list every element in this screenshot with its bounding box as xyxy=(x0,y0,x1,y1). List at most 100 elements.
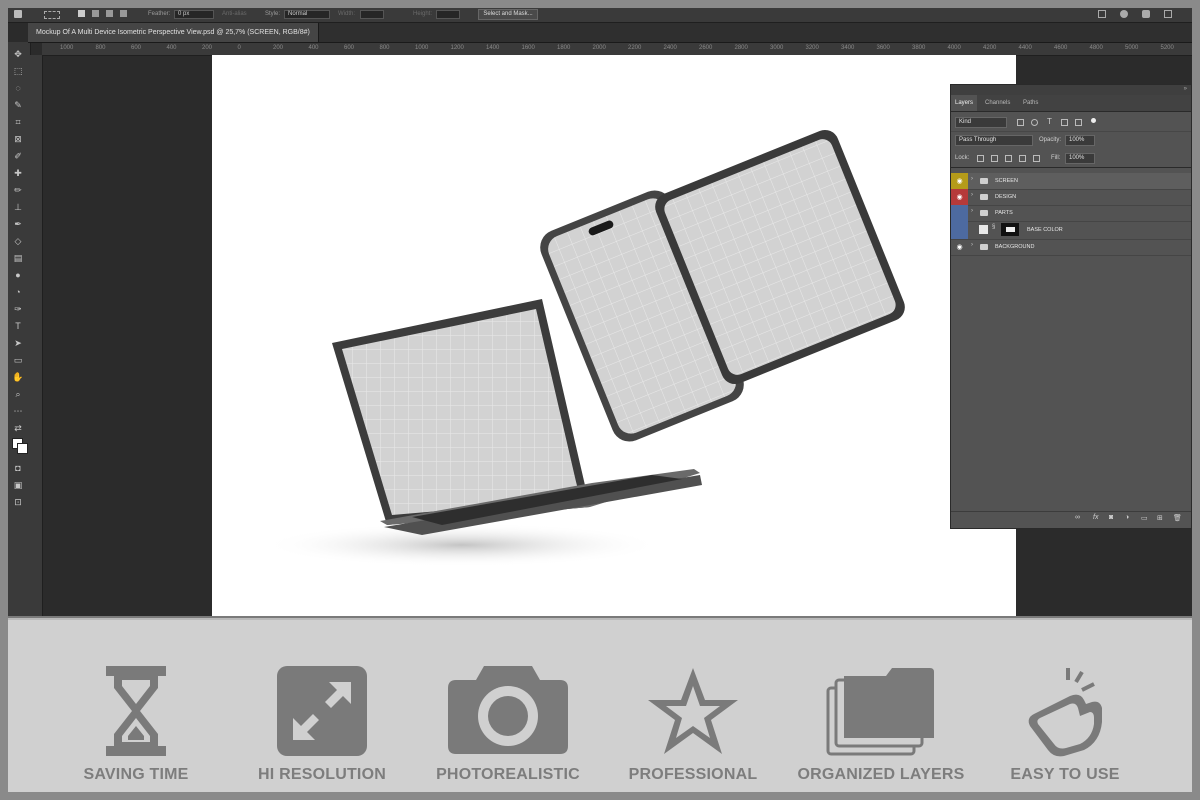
swap-colors-icon[interactable]: ⇄ xyxy=(12,422,24,434)
intersect-selection-icon[interactable] xyxy=(120,10,127,17)
ruler-tick-label: 4600 xyxy=(1054,45,1068,51)
shape-tool-icon[interactable]: ▭ xyxy=(12,354,24,366)
document-canvas[interactable] xyxy=(212,55,1016,616)
ruler-tick-label: 4000 xyxy=(947,45,961,51)
lock-artboard-icon[interactable] xyxy=(1019,155,1026,162)
screen-mode-icon[interactable]: ▣ xyxy=(12,479,24,491)
search-icon[interactable] xyxy=(1120,10,1128,18)
expand-arrow-icon[interactable]: › xyxy=(971,176,973,182)
new-selection-icon[interactable] xyxy=(78,10,85,17)
select-and-mask-button[interactable]: Select and Mask... xyxy=(478,9,538,20)
ruler-tick-label: 400 xyxy=(166,45,177,51)
layer-row-screen[interactable]: ◉ › SCREEN xyxy=(951,173,1191,190)
stamp-tool-icon[interactable]: ⊥ xyxy=(12,201,24,213)
adjustment-icon[interactable]: ◑ xyxy=(1125,514,1129,521)
hand-tool-icon[interactable]: ✋ xyxy=(12,371,24,383)
frame-tool-icon[interactable]: ⊠ xyxy=(12,133,24,145)
filter-adjustment-icon[interactable] xyxy=(1031,119,1038,126)
layer-name: BACKGROUND xyxy=(995,244,1035,250)
zoom-tool-icon[interactable]: ⌕ xyxy=(12,388,24,400)
filter-pixel-icon[interactable] xyxy=(1017,119,1024,126)
layer-row-base-color[interactable]: § BASE COLOR xyxy=(951,221,1191,240)
add-selection-icon[interactable] xyxy=(92,10,99,17)
layer-name: BASE COLOR xyxy=(1027,227,1063,233)
new-layer-icon[interactable]: ⊞ xyxy=(1157,514,1163,522)
filter-smart-object-icon[interactable] xyxy=(1075,119,1082,126)
filter-toggle-icon[interactable] xyxy=(1091,118,1096,123)
width-label: Width: xyxy=(338,11,356,17)
width-input[interactable] xyxy=(360,10,384,19)
fx-icon[interactable]: fx xyxy=(1093,514,1098,521)
document-tab[interactable]: Mockup Of A Multi Device Isometric Persp… xyxy=(28,23,319,42)
share-icon[interactable] xyxy=(1098,10,1106,18)
gradient-tool-icon[interactable]: ▤ xyxy=(12,252,24,264)
tools-panel: ✥ ⬚ ◌ ✎ ⌗ ⊠ ✐ ✚ ✏ ⊥ ✒ ◇ ▤ ● ◔ ✑ T ➤ ▭ ✋ … xyxy=(8,42,31,616)
filter-shape-icon[interactable] xyxy=(1061,119,1068,126)
history-brush-icon[interactable]: ✒ xyxy=(12,218,24,230)
lock-pixels-icon[interactable] xyxy=(991,155,998,162)
tab-paths[interactable]: Paths xyxy=(1019,95,1042,111)
style-select[interactable]: Normal xyxy=(284,10,330,19)
folder-icon xyxy=(980,178,988,184)
layer-row-background[interactable]: ◉ › BACKGROUND xyxy=(951,239,1191,256)
trash-icon[interactable]: 🗑 xyxy=(1173,514,1182,522)
quick-mask-icon[interactable]: ◘ xyxy=(12,462,24,474)
healing-tool-icon[interactable]: ✚ xyxy=(12,167,24,179)
background-color-swatch[interactable] xyxy=(17,443,28,454)
lock-transparent-icon[interactable] xyxy=(977,155,984,162)
filter-kind-select[interactable]: Kind xyxy=(955,117,1007,128)
link-icon[interactable]: ∞ xyxy=(1075,514,1080,521)
opacity-input[interactable]: 100% xyxy=(1065,135,1095,146)
collapse-icon[interactable]: » xyxy=(1184,86,1187,92)
feature-professional: PROFESSIONAL xyxy=(620,620,766,792)
filter-type-icon[interactable]: T xyxy=(1047,117,1052,126)
opacity-label: Opacity: xyxy=(1039,137,1062,143)
subtract-selection-icon[interactable] xyxy=(106,10,113,17)
marquee-tool-icon[interactable] xyxy=(44,11,60,19)
type-tool-icon[interactable]: T xyxy=(12,320,24,332)
tab-channels[interactable]: Channels xyxy=(981,95,1014,111)
eyedropper-tool-icon[interactable]: ✐ xyxy=(12,150,24,162)
marquee-tool-icon[interactable]: ⬚ xyxy=(12,65,24,77)
visibility-off-icon[interactable] xyxy=(951,221,968,239)
camera-icon xyxy=(448,666,568,754)
visibility-eye-icon[interactable]: ◉ xyxy=(951,173,968,189)
home-icon[interactable] xyxy=(14,10,22,18)
layer-row-design[interactable]: ◉ › DESIGN xyxy=(951,189,1191,206)
move-tool-icon[interactable]: ✥ xyxy=(12,48,24,60)
layers-folder-icon xyxy=(826,668,934,756)
quick-select-tool-icon[interactable]: ✎ xyxy=(12,99,24,111)
crop-tool-icon[interactable]: ⌗ xyxy=(12,116,24,128)
more-tools-icon[interactable]: ⋯ xyxy=(12,405,24,417)
notifications-icon[interactable] xyxy=(1142,10,1150,18)
blur-tool-icon[interactable]: ● xyxy=(12,269,24,281)
visibility-eye-icon[interactable]: ◉ xyxy=(951,189,968,205)
layer-row-parts[interactable]: › PARTS xyxy=(951,205,1191,222)
pen-tool-icon[interactable]: ✑ xyxy=(12,303,24,315)
blend-mode-select[interactable]: Pass Through xyxy=(955,135,1033,146)
eraser-tool-icon[interactable]: ◇ xyxy=(12,235,24,247)
height-input[interactable] xyxy=(436,10,460,19)
tab-layers[interactable]: Layers xyxy=(951,95,978,111)
fill-input[interactable]: 100% xyxy=(1065,153,1095,164)
workspace-icon[interactable] xyxy=(1164,10,1172,18)
path-select-tool-icon[interactable]: ➤ xyxy=(12,337,24,349)
anti-alias-checkbox[interactable]: Anti-alias xyxy=(222,10,247,19)
visibility-off-icon[interactable] xyxy=(951,205,968,221)
layer-name: PARTS xyxy=(995,210,1013,216)
brush-tool-icon[interactable]: ✏ xyxy=(12,184,24,196)
feature-saving-time: SAVING TIME xyxy=(66,620,206,792)
lock-position-icon[interactable] xyxy=(1005,155,1012,162)
expand-arrow-icon[interactable]: › xyxy=(971,208,973,214)
folder-icon xyxy=(980,210,988,216)
visibility-eye-icon[interactable]: ◉ xyxy=(951,239,968,255)
artboard-icon[interactable]: ⊡ xyxy=(12,496,24,508)
dodge-tool-icon[interactable]: ◔ xyxy=(12,286,24,298)
expand-arrow-icon[interactable]: › xyxy=(971,192,973,198)
group-icon[interactable]: ▭ xyxy=(1141,514,1148,522)
expand-arrow-icon[interactable]: › xyxy=(971,242,973,248)
lock-all-icon[interactable] xyxy=(1033,155,1040,162)
lasso-tool-icon[interactable]: ◌ xyxy=(12,82,24,94)
mask-icon[interactable]: ◙ xyxy=(1109,514,1113,521)
feather-input[interactable]: 0 px xyxy=(174,10,214,19)
